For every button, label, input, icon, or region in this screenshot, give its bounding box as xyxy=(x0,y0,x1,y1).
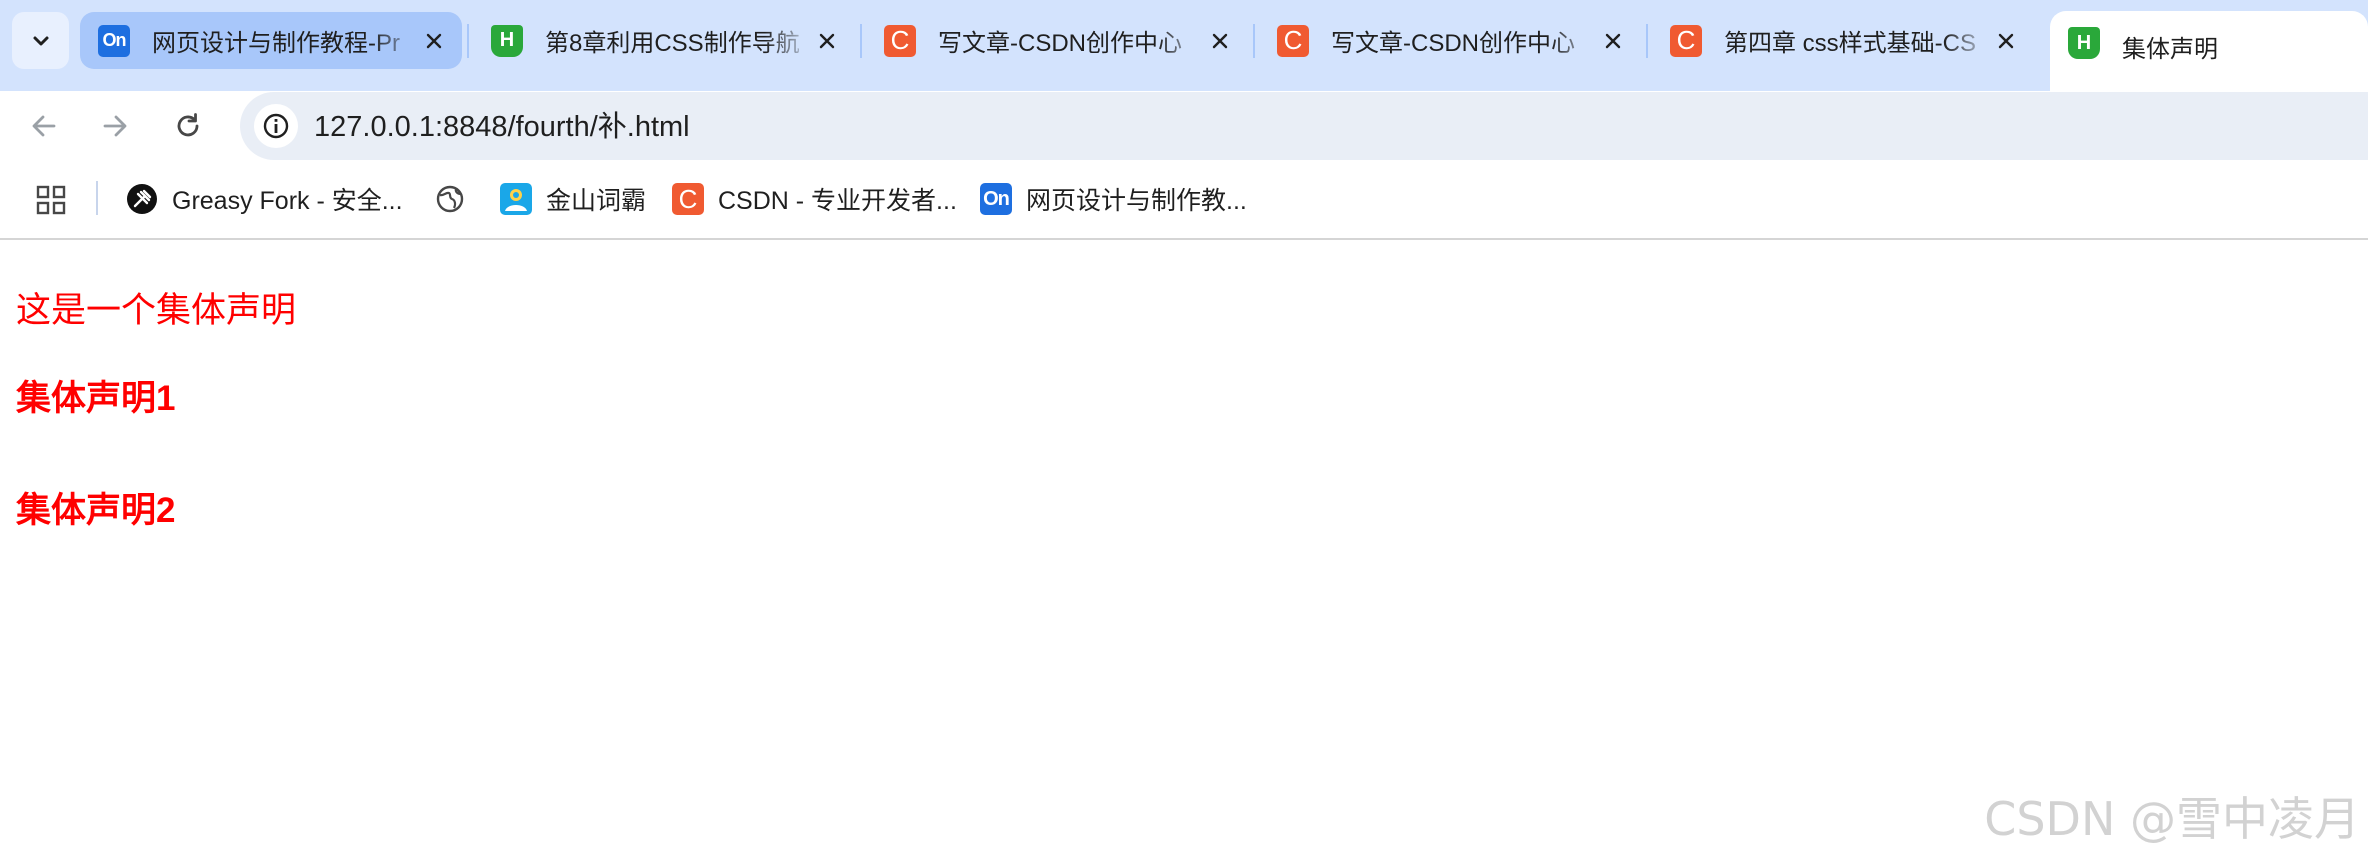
tab-chapter4-css-basics[interactable]: C 第四章 css样式基础-CS xyxy=(1652,12,2034,69)
csdn-c-icon: C xyxy=(1277,24,1309,57)
close-icon[interactable] xyxy=(420,27,448,55)
tab-title: 集体声明 xyxy=(2122,36,2218,63)
chevron-down-icon xyxy=(33,36,48,45)
csdn-watermark: CSDN @雪中凌月 xyxy=(1984,792,2360,846)
bookmark-globe[interactable] xyxy=(434,179,466,219)
bookmark-greasy-fork[interactable]: Greasy Fork - 安全... xyxy=(126,179,403,219)
bookmarks-bar: Greasy Fork - 安全... 金山词霸 C CSDN - 专业开发者.… xyxy=(0,161,2368,240)
csdn-c-icon: C xyxy=(884,24,916,57)
back-button[interactable] xyxy=(22,104,66,148)
intro-paragraph: 这是一个集体声明 xyxy=(16,291,297,330)
tab-collective-statement[interactable]: H 集体声明 xyxy=(2050,11,2368,91)
tab-chapter8-css-nav[interactable]: H 第8章利用CSS制作导航 xyxy=(473,12,855,69)
bookmark-iciba[interactable]: 金山词霸 xyxy=(500,179,646,219)
html-h-icon: H xyxy=(491,24,523,57)
csdn-c-icon: C xyxy=(1670,24,1702,57)
tab-csdn-write-1[interactable]: C 写文章-CSDN创作中心 xyxy=(866,12,1248,69)
bookmark-csdn[interactable]: C CSDN - 专业开发者... xyxy=(672,179,957,219)
toolbar: 127.0.0.1:8848/fourth/补.html xyxy=(0,91,2368,161)
tab-title: 第8章利用CSS制作导航 xyxy=(545,30,800,57)
reload-icon xyxy=(177,113,199,137)
tab-search-button[interactable] xyxy=(12,12,69,69)
page-content: 这是一个集体声明 集体声明1 集体声明2 CSDN @雪中凌月 xyxy=(0,240,2368,855)
bookmark-label: 金山词霸 xyxy=(546,187,647,215)
on-icon: On xyxy=(980,183,1012,215)
close-icon[interactable] xyxy=(813,27,841,55)
html-h-icon: H xyxy=(2068,27,2100,59)
tab-strip: On 网页设计与制作教程-Pr H 第8章利用CSS制作导航 C 写文章-CSD… xyxy=(0,0,2368,91)
tab-separator xyxy=(467,24,469,58)
site-info-button[interactable] xyxy=(254,104,298,148)
tab-separator xyxy=(1646,24,1648,58)
tab-title: 网页设计与制作教程-Pr xyxy=(152,30,400,57)
tab-separator xyxy=(1253,24,1255,58)
info-icon xyxy=(263,113,289,139)
forward-button[interactable] xyxy=(93,104,137,148)
globe-icon xyxy=(436,185,464,213)
address-bar[interactable]: 127.0.0.1:8848/fourth/补.html xyxy=(240,92,2368,160)
bookmark-webdesign-tutorial[interactable]: On 网页设计与制作教... xyxy=(980,179,1247,219)
heading-statement-1: 集体声明1 xyxy=(16,379,176,418)
reload-button[interactable] xyxy=(166,104,210,148)
apps-grid-icon[interactable] xyxy=(36,185,66,215)
tab-title: 写文章-CSDN创作中心 xyxy=(938,30,1182,57)
bookmark-label: CSDN - 专业开发者... xyxy=(718,187,957,215)
tab-title: 第四章 css样式基础-CS xyxy=(1724,30,1976,57)
tab-csdn-write-2[interactable]: C 写文章-CSDN创作中心 xyxy=(1259,12,1641,69)
on-icon: On xyxy=(98,24,130,57)
close-icon[interactable] xyxy=(1992,27,2020,55)
url-text[interactable]: 127.0.0.1:8848/fourth/补.html xyxy=(314,110,690,144)
close-icon[interactable] xyxy=(1206,27,1234,55)
close-icon[interactable] xyxy=(1599,27,1627,55)
arrow-right-icon xyxy=(103,115,127,137)
heading-statement-2: 集体声明2 xyxy=(16,491,176,530)
tab-webdesign-tutorial[interactable]: On 网页设计与制作教程-Pr xyxy=(80,12,462,69)
csdn-c-icon: C xyxy=(672,183,704,215)
tab-title: 写文章-CSDN创作中心 xyxy=(1331,30,1575,57)
iciba-icon xyxy=(500,183,532,215)
greasy-fork-icon xyxy=(127,184,157,214)
tab-separator xyxy=(860,24,862,58)
bookmark-label: 网页设计与制作教... xyxy=(1026,187,1247,215)
bookmark-label: Greasy Fork - 安全... xyxy=(172,187,403,215)
bookmarks-separator xyxy=(96,181,98,215)
arrow-left-icon xyxy=(32,115,56,137)
